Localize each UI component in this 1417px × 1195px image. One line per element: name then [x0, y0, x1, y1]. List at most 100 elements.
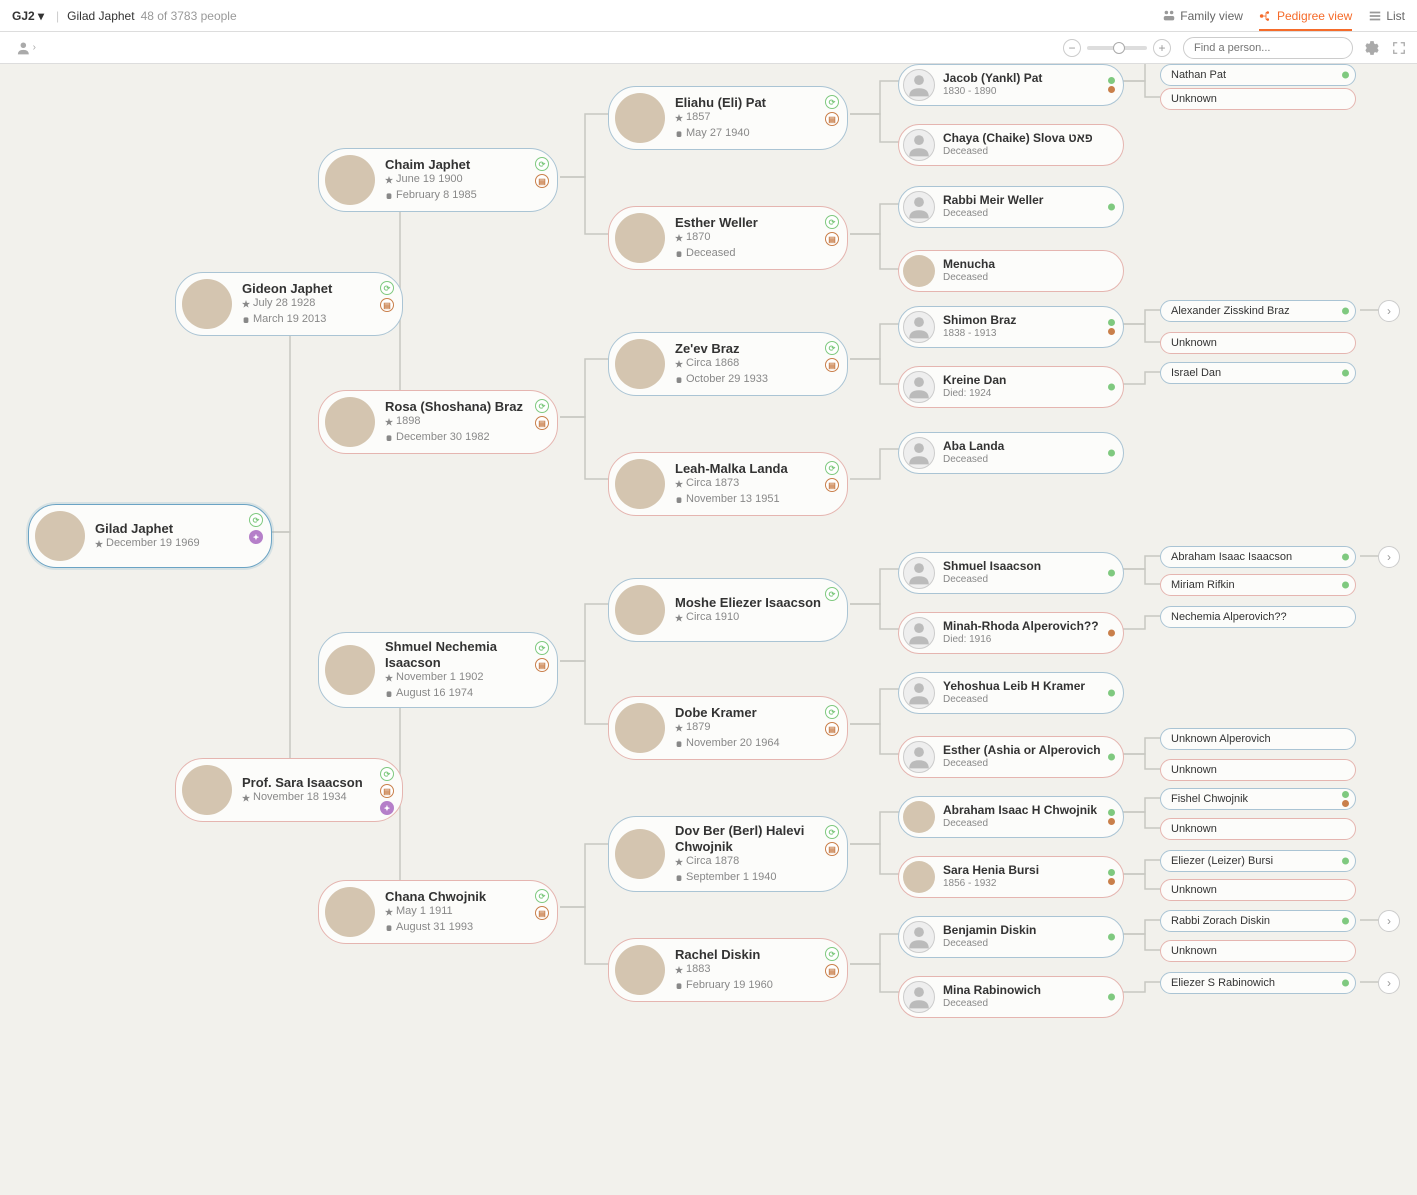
person-card-aba-landa[interactable]: Aba LandaDeceased: [898, 432, 1124, 474]
person-card-shmuel-isaacson-sr[interactable]: Shmuel IsaacsonDeceased: [898, 552, 1124, 594]
avatar: [903, 437, 935, 469]
person-card-yehoshua-kramer[interactable]: Yehoshua Leib H KramerDeceased: [898, 672, 1124, 714]
expand-button[interactable]: ›: [1378, 910, 1400, 932]
person-card-dobe-kramer[interactable]: Dobe Kramer 1879 November 20 1964 ⟳▤: [608, 696, 848, 760]
person-menu-button[interactable]: ›: [16, 38, 36, 58]
person-card-unknown[interactable]: Unknown: [1160, 879, 1356, 901]
fullscreen-button[interactable]: [1389, 38, 1409, 58]
dna-badge[interactable]: ✦: [249, 530, 263, 544]
person-card-sara-bursi[interactable]: Sara Henia Bursi1856 - 1932: [898, 856, 1124, 898]
person-card-nechemia-alperovich[interactable]: Nechemia Alperovich??: [1160, 606, 1356, 628]
person-name: Gilad Japhet: [95, 521, 215, 537]
expand-button[interactable]: ›: [1378, 300, 1400, 322]
family-view-button[interactable]: Family view: [1162, 9, 1243, 23]
avatar: [325, 887, 375, 937]
expand-button[interactable]: ›: [1378, 546, 1400, 568]
person-card-unknown[interactable]: Unknown: [1160, 332, 1356, 354]
grave-icon: [675, 249, 683, 257]
person-card-shimon-braz[interactable]: Shimon Braz1838 - 1913: [898, 306, 1124, 348]
person-card-chaya-slova[interactable]: Chaya (Chaike) Slova פאטDeceased: [898, 124, 1124, 166]
match-badge[interactable]: ⟳: [380, 281, 394, 295]
top-bar: GJ2 ▾ | Gilad Japhet 48 of 3783 people F…: [0, 0, 1417, 32]
avatar: [615, 829, 665, 879]
avatar: [325, 155, 375, 205]
person-card-chaim-japhet[interactable]: Chaim Japhet June 19 1900 February 8 198…: [318, 148, 558, 212]
person-card-jacob-pat[interactable]: Jacob (Yankl) Pat1830 - 1890: [898, 64, 1124, 106]
grave-icon: [675, 981, 683, 989]
expand-button[interactable]: ›: [1378, 972, 1400, 994]
star-icon: [675, 858, 683, 866]
person-card-zeev-braz[interactable]: Ze'ev Braz Circa 1868 October 29 1933 ⟳▤: [608, 332, 848, 396]
person-card-mina-rabinowich[interactable]: Mina RabinowichDeceased: [898, 976, 1124, 1018]
person-card-dov-chwojnik[interactable]: Dov Ber (Berl) Halevi Chwojnik Circa 187…: [608, 816, 848, 892]
person-card-esther-weller[interactable]: Esther Weller 1870 Deceased ⟳▤: [608, 206, 848, 270]
zoom-in-button[interactable]: +: [1153, 39, 1171, 57]
record-badge[interactable]: ▤: [380, 784, 394, 798]
person-card-miriam-rifkin[interactable]: Miriam Rifkin: [1160, 574, 1356, 596]
grave-icon: [675, 495, 683, 503]
settings-button[interactable]: [1361, 38, 1381, 58]
list-view-button[interactable]: List: [1368, 9, 1405, 23]
person-card-abraham-isaacson[interactable]: Abraham Isaac Isaacson: [1160, 546, 1356, 568]
star-icon: [675, 614, 683, 622]
match-badge[interactable]: ⟳: [380, 767, 394, 781]
search-input[interactable]: [1183, 37, 1353, 59]
zoom-slider[interactable]: [1087, 46, 1147, 50]
dna-badge[interactable]: ✦: [380, 801, 394, 815]
person-card-unknown[interactable]: Unknown: [1160, 818, 1356, 840]
person-card-eliahu-pat[interactable]: Eliahu (Eli) Pat 1857 May 27 1940 ⟳▤: [608, 86, 848, 150]
person-card-kreine-dan[interactable]: Kreine DanDied: 1924: [898, 366, 1124, 408]
person-card-eliezer-rabinowich[interactable]: Eliezer S Rabinowich: [1160, 972, 1356, 994]
grave-icon: [385, 689, 393, 697]
avatar: [903, 861, 935, 893]
person-card-gilad-japhet[interactable]: Gilad Japhet December 19 1969 ⟳✦: [28, 504, 272, 568]
pedigree-canvas[interactable]: Gilad Japhet December 19 1969 ⟳✦ Gideon …: [0, 64, 1417, 1195]
person-card-rachel-diskin[interactable]: Rachel Diskin 1883 February 19 1960 ⟳▤: [608, 938, 848, 1002]
person-card-unknown-alperovich[interactable]: Unknown Alperovich: [1160, 728, 1356, 750]
star-icon: [242, 794, 250, 802]
pedigree-view-button[interactable]: Pedigree view: [1259, 9, 1352, 31]
match-badge[interactable]: ⟳: [249, 513, 263, 527]
person-card-alexander-braz[interactable]: Alexander Zisskind Braz: [1160, 300, 1356, 322]
person-card-eliezer-bursi[interactable]: Eliezer (Leizer) Bursi: [1160, 850, 1356, 872]
pedigree-view-icon: [1259, 9, 1273, 23]
person-card-moshe-isaacson[interactable]: Moshe Eliezer Isaacson Circa 1910 ⟳: [608, 578, 848, 642]
person-card-israel-dan[interactable]: Israel Dan: [1160, 362, 1356, 384]
person-card-sara-isaacson[interactable]: Prof. Sara Isaacson November 18 1934 ⟳▤✦: [175, 758, 403, 822]
fullscreen-icon: [1392, 41, 1406, 55]
zoom-out-button[interactable]: −: [1063, 39, 1081, 57]
person-card-rabbi-diskin[interactable]: Rabbi Zorach Diskin: [1160, 910, 1356, 932]
person-card-fishel-chwojnik[interactable]: Fishel Chwojnik: [1160, 788, 1356, 810]
star-icon: [242, 300, 250, 308]
person-card-chana-chwojnik[interactable]: Chana Chwojnik May 1 1911 August 31 1993…: [318, 880, 558, 944]
zoom-controls: − +: [1063, 39, 1171, 57]
avatar: [325, 645, 375, 695]
avatar: [182, 279, 232, 329]
star-icon: [675, 360, 683, 368]
person-card-gideon-japhet[interactable]: Gideon Japhet July 28 1928 March 19 2013…: [175, 272, 403, 336]
person-card-esther-alperovich[interactable]: Esther (Ashia or AlperovichDeceased: [898, 736, 1124, 778]
person-card-nathan-pat[interactable]: Nathan Pat: [1160, 64, 1356, 86]
star-icon: [385, 418, 393, 426]
person-card-unknown[interactable]: Unknown: [1160, 759, 1356, 781]
avatar: [903, 677, 935, 709]
avatar: [903, 981, 935, 1013]
person-card-leah-landa[interactable]: Leah-Malka Landa Circa 1873 November 13 …: [608, 452, 848, 516]
person-card-unknown[interactable]: Unknown: [1160, 88, 1356, 110]
record-badge[interactable]: ▤: [380, 298, 394, 312]
avatar: [903, 311, 935, 343]
grave-icon: [675, 739, 683, 747]
person-card-rabbi-weller[interactable]: Rabbi Meir WellerDeceased: [898, 186, 1124, 228]
person-card-menucha[interactable]: MenuchaDeceased: [898, 250, 1124, 292]
tree-selector[interactable]: GJ2 ▾: [12, 9, 44, 23]
star-icon: [675, 480, 683, 488]
avatar: [903, 617, 935, 649]
person-card-minah-alperovich[interactable]: Minah-Rhoda Alperovich??Died: 1916: [898, 612, 1124, 654]
person-card-benjamin-diskin[interactable]: Benjamin DiskinDeceased: [898, 916, 1124, 958]
person-card-unknown[interactable]: Unknown: [1160, 940, 1356, 962]
person-card-rosa-braz[interactable]: Rosa (Shoshana) Braz 1898 December 30 19…: [318, 390, 558, 454]
avatar: [903, 255, 935, 287]
person-card-abraham-chwojnik[interactable]: Abraham Isaac H ChwojnikDeceased: [898, 796, 1124, 838]
avatar: [903, 801, 935, 833]
person-card-shmuel-isaacson[interactable]: Shmuel Nechemia Isaacson November 1 1902…: [318, 632, 558, 708]
